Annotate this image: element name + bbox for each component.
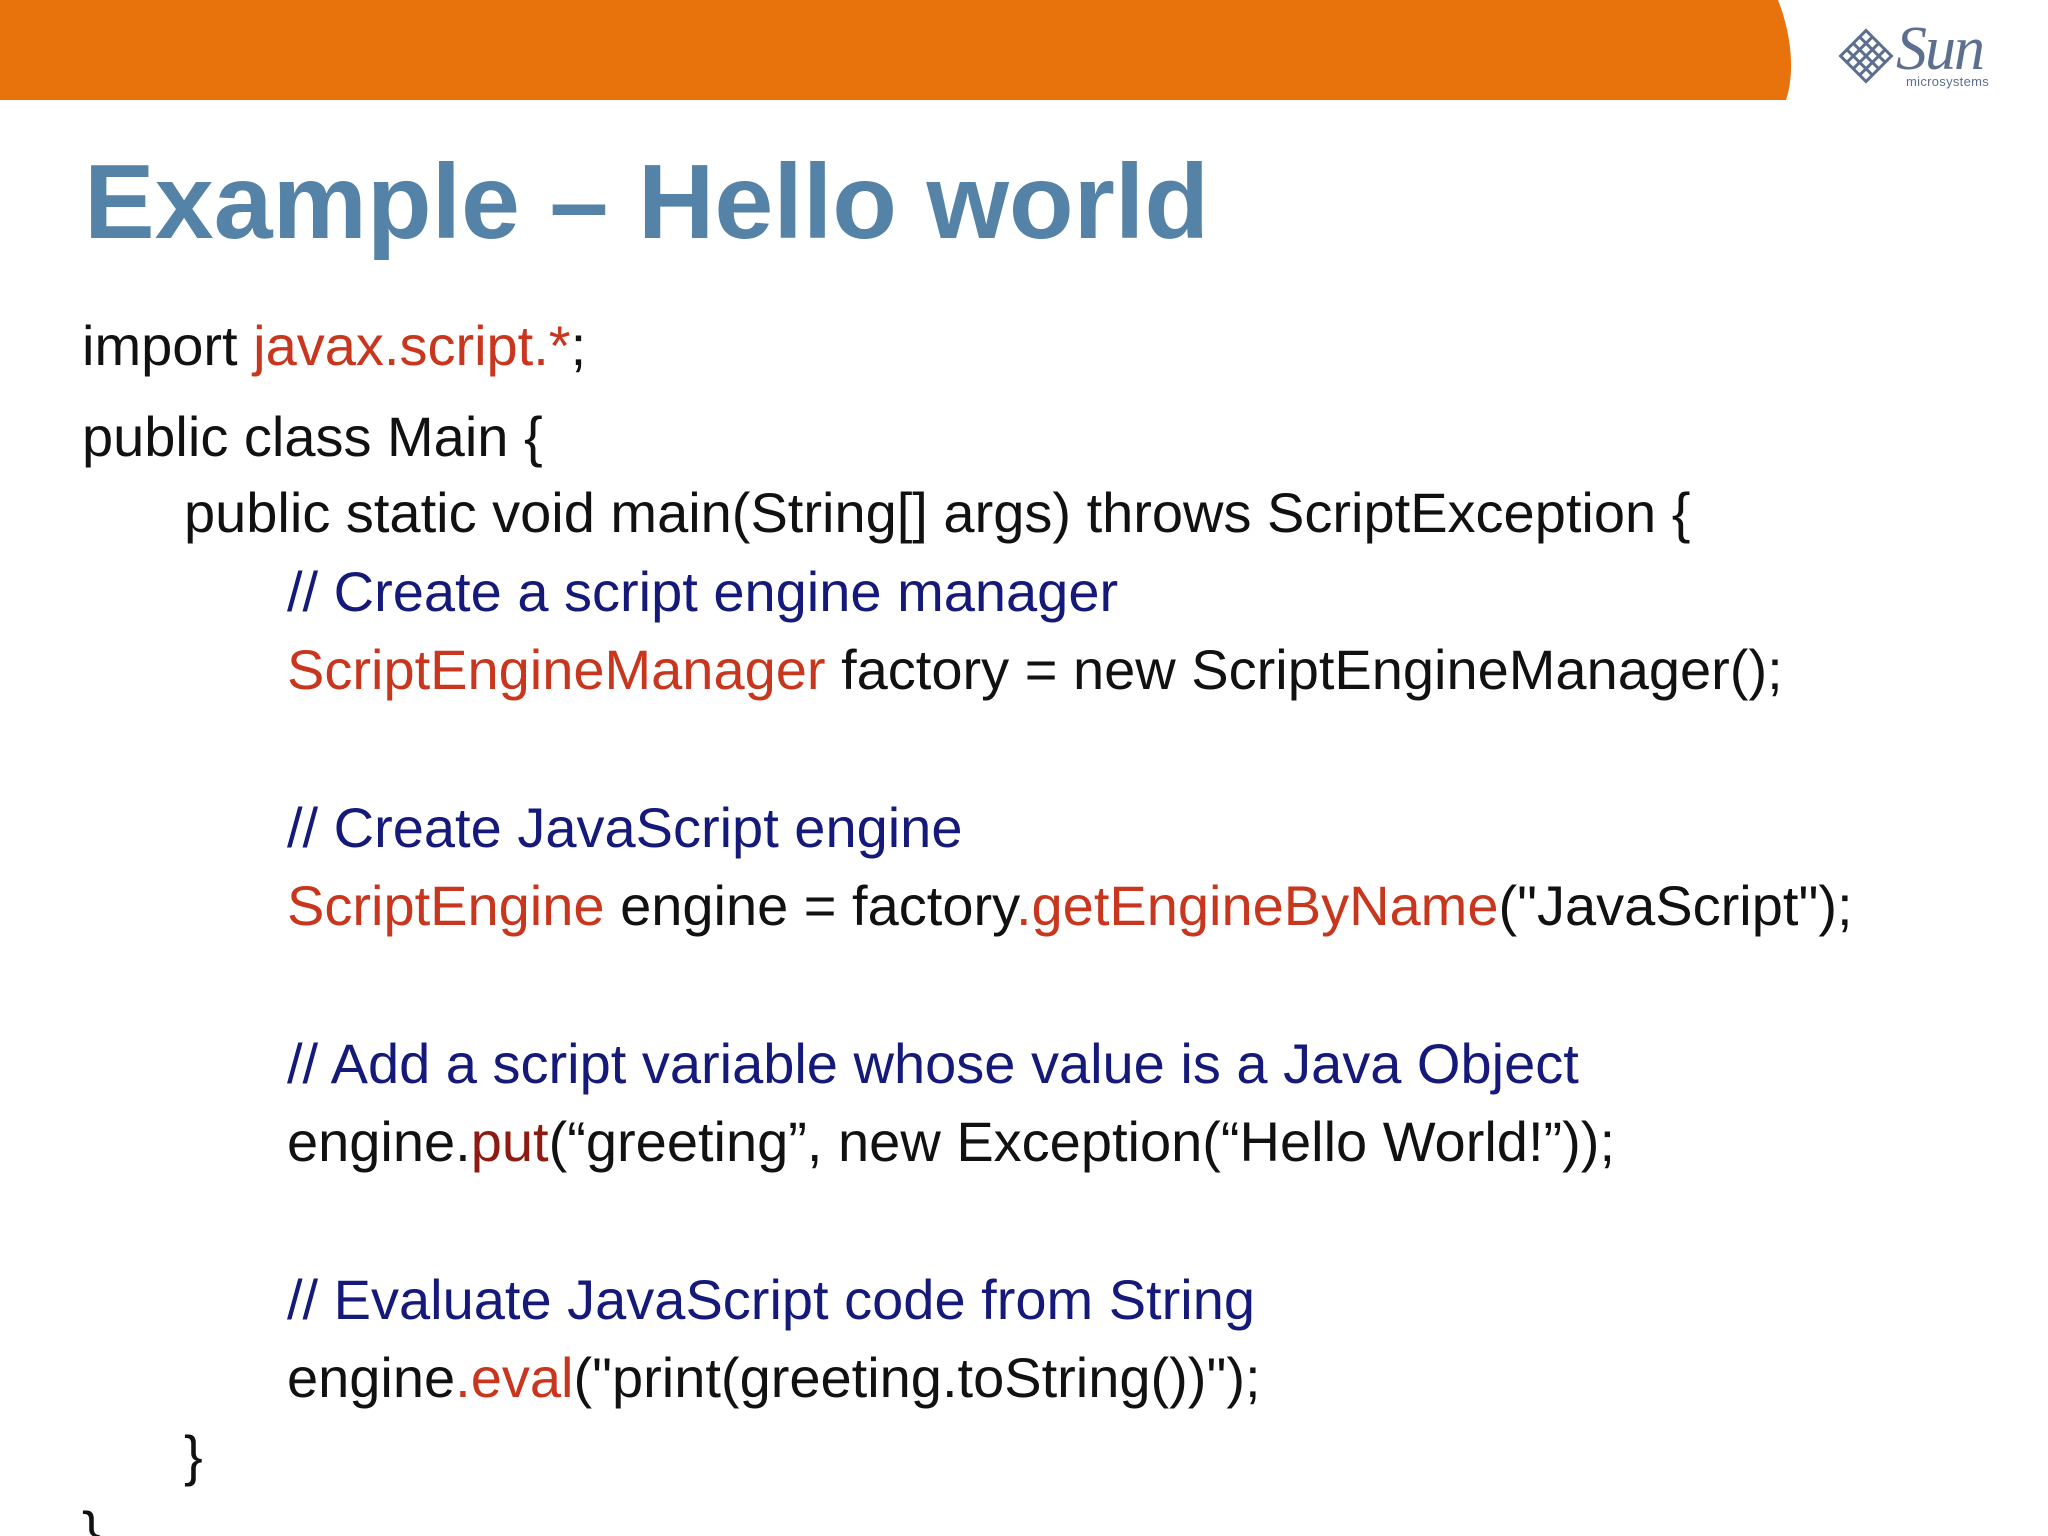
sun-diamond-icon (1838, 28, 1894, 84)
code-token: import (82, 314, 254, 377)
code-line-put: engine.put(“greeting”, new Exception(“He… (287, 1110, 1615, 1174)
code-line-eval: engine.eval("print(greeting.toString())"… (287, 1346, 1261, 1410)
code-comment: // Add a script variable whose value is … (287, 1032, 1579, 1095)
code-line-import: import javax.script.*; (82, 314, 586, 378)
code-line-close-method: } (184, 1424, 203, 1488)
code-line-comment: // Add a script variable whose value is … (287, 1032, 1579, 1096)
code-token: engine (287, 1346, 456, 1409)
code-token: ScriptEngine (287, 874, 605, 937)
code-line-comment: // Evaluate JavaScript code from String (287, 1268, 1255, 1332)
code-token: ScriptEngineManager (287, 638, 826, 701)
code-token: .eval (455, 1346, 574, 1409)
code-comment: // Evaluate JavaScript code from String (287, 1268, 1255, 1331)
code-token: ("print(greeting.toString())"); (573, 1346, 1261, 1409)
code-token: * (548, 314, 571, 377)
code-token: ("JavaScript"); (1498, 874, 1853, 937)
code-line-factory: ScriptEngineManager factory = new Script… (287, 638, 1783, 702)
code-token: engine = factory (604, 874, 1016, 937)
code-token: factory = new ScriptEngineManager(); (825, 638, 1783, 701)
sun-logo: Sun microsystems (1836, 15, 2016, 98)
logo-subtitle: microsystems (1906, 74, 1990, 89)
code-token: } (82, 1500, 101, 1536)
code-token: public class Main { (82, 405, 543, 468)
code-token: put (470, 1110, 549, 1173)
header-bar (0, 0, 2048, 100)
code-token: } (184, 1424, 203, 1487)
code-line-close-class: } (82, 1500, 101, 1536)
code-line-main-decl: public static void main(String[] args) t… (184, 481, 1690, 545)
code-token: ; (570, 314, 587, 377)
code-line-class-decl: public class Main { (82, 405, 543, 469)
code-token: public static void main(String[] args) t… (184, 481, 1691, 544)
code-line-engine: ScriptEngine engine = factory.getEngineB… (287, 874, 1853, 938)
code-token: javax.script. (253, 314, 549, 377)
header-bar-shape (0, 0, 1792, 100)
slide-title: Example – Hello world (84, 143, 1210, 261)
code-comment: // Create JavaScript engine (287, 796, 963, 859)
code-token: .getEngineByName (1015, 874, 1499, 937)
code-line-comment: // Create JavaScript engine (287, 796, 962, 860)
code-comment: // Create a script engine manager (287, 560, 1119, 623)
code-token: (“greeting”, new Exception(“Hello World!… (548, 1110, 1615, 1173)
code-token: engine. (287, 1110, 471, 1173)
code-line-comment: // Create a script engine manager (287, 560, 1118, 624)
